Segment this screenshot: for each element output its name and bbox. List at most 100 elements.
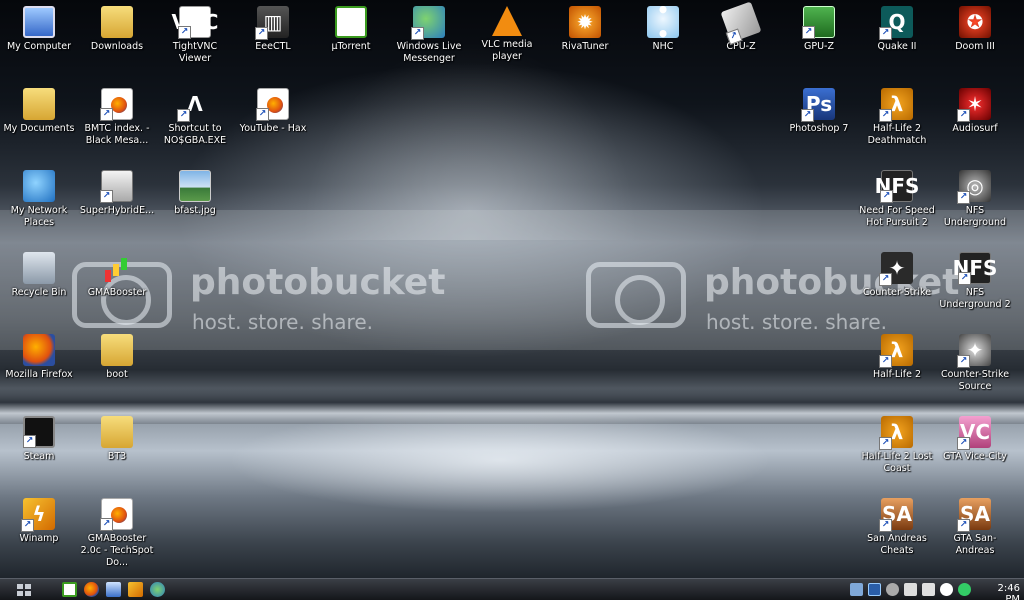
- desktop-icon-half-life-2-deathmatch[interactable]: λ Half-Life 2 Deathmatch: [858, 88, 936, 147]
- hybrid-engine-icon: [100, 170, 133, 203]
- desktop-icon-doom-iii[interactable]: ✪ Doom III: [936, 6, 1014, 53]
- watermark-brand: photobucket: [190, 262, 446, 303]
- desktop-icon-counter-strike-source[interactable]: ✦ Counter-Strike Source: [936, 334, 1014, 393]
- steam-icon: [23, 416, 55, 448]
- system-tray: [846, 581, 976, 599]
- desktop-icon-bmtc-index[interactable]: BMTC index. - Black Mesa...: [78, 88, 156, 147]
- icon-label: Recycle Bin: [11, 287, 67, 298]
- start-button[interactable]: [14, 583, 34, 597]
- gta-san-andreas-icon: SA: [879, 498, 913, 532]
- desktop-icon-half-life-2-lost-coast[interactable]: λ Half-Life 2 Lost Coast: [858, 416, 936, 475]
- gta-san-andreas-icon: SA: [957, 498, 991, 532]
- desktop-icon-rivatuner[interactable]: ✹ RivaTuner: [546, 6, 624, 53]
- desktop-icon-steam[interactable]: Steam: [0, 416, 78, 463]
- desktop-icon-superhybridengine[interactable]: SuperHybridE...: [78, 170, 156, 217]
- icon-label: GTA Vice-City: [943, 451, 1007, 462]
- desktop-icon-gta-san-andreas[interactable]: SA GTA San-Andreas: [936, 498, 1014, 557]
- counter-strike-icon: ✦: [879, 252, 913, 286]
- messenger-icon: [411, 6, 445, 40]
- icon-label: Half-Life 2 Lost Coast: [861, 451, 933, 474]
- desktop-icon-half-life-2[interactable]: λ Half-Life 2: [858, 334, 936, 381]
- desktop-icon-bfast-jpg[interactable]: bfast.jpg: [156, 170, 234, 217]
- desktop-icon-vlc-media-player[interactable]: VLC media player: [468, 6, 546, 63]
- desktop-icon-downloads[interactable]: Downloads: [78, 6, 156, 53]
- icon-label: VLC media player: [481, 39, 533, 62]
- desktop-icon-shortcut-nosgba[interactable]: Λ Shortcut to NO$GBA.EXE: [156, 88, 234, 147]
- desktop-icon-counter-strike[interactable]: ✦ Counter-Strike: [858, 252, 936, 299]
- recycle-bin-icon: [23, 252, 55, 284]
- taskbar: 2:46 PM: [0, 578, 1024, 600]
- icon-label: SuperHybridE...: [79, 205, 155, 216]
- pentagram-icon: ✪: [959, 6, 991, 38]
- desktop-icon-nfs-underground[interactable]: ◎ NFS Underground: [936, 170, 1014, 229]
- image-file-icon: [179, 170, 211, 202]
- network-icon[interactable]: [850, 583, 863, 596]
- battery-icon[interactable]: [922, 583, 935, 596]
- icon-label: TightVNC Viewer: [172, 41, 218, 64]
- nfs-wheel-icon: ◎: [957, 170, 991, 204]
- windows-grid-icon: [25, 591, 31, 596]
- quicklaunch-utorrent-icon[interactable]: [62, 582, 77, 597]
- utorrent-icon: µ: [335, 6, 367, 38]
- windows-grid-icon: [17, 591, 23, 596]
- icon-label: My Documents: [3, 123, 75, 134]
- icon-label: NFS Underground: [943, 205, 1007, 228]
- icon-label: GPU-Z: [804, 41, 834, 52]
- icon-label: EeeCTL: [255, 41, 291, 52]
- counter-strike-source-icon: ✦: [957, 334, 991, 368]
- desktop-icon-gta-vice-city[interactable]: VC GTA Vice-City: [936, 416, 1014, 463]
- watermark-tagline: host. store. share.: [192, 310, 373, 334]
- folder-icon: [23, 88, 55, 120]
- desktop-icon-mozilla-firefox[interactable]: Mozilla Firefox: [0, 334, 78, 381]
- download-icon[interactable]: [940, 583, 953, 596]
- icon-label: Counter-Strike Source: [940, 369, 1010, 392]
- desktop-icon-gpu-z[interactable]: GPU-Z: [780, 6, 858, 53]
- quicklaunch-firefox-icon[interactable]: [84, 582, 99, 597]
- desktop-icon-eeectl[interactable]: ▥ EeeCTL: [234, 6, 312, 53]
- desktop-icon-nfs-underground-2[interactable]: NFS NFS Underground 2: [936, 252, 1014, 311]
- icon-label: GMABooster: [87, 287, 147, 298]
- icon-label: Windows Live Messenger: [396, 41, 462, 64]
- half-life-icon: λ: [879, 88, 913, 122]
- desktop-icon-photoshop-7[interactable]: Ps Photoshop 7: [780, 88, 858, 135]
- desktop-icon-my-network-places[interactable]: My Network Places: [0, 170, 78, 229]
- quicklaunch-messenger-icon[interactable]: [150, 582, 165, 597]
- desktop-icon-my-documents[interactable]: My Documents: [0, 88, 78, 135]
- desktop-icon-tightvnc-viewer[interactable]: VNC TightVNC Viewer: [156, 6, 234, 65]
- cpu-icon: [720, 1, 762, 43]
- desktop-icon-cpu-z[interactable]: CPU-Z: [702, 1, 780, 53]
- camera-watermark-icon: [586, 262, 686, 328]
- volume-icon[interactable]: [886, 583, 899, 596]
- firefox-document-icon: [256, 88, 289, 121]
- nfs-icon: NFS: [953, 252, 997, 285]
- icon-label: Counter-Strike: [862, 287, 932, 298]
- icon-label: San Andreas Cheats: [867, 533, 927, 556]
- update-icon[interactable]: [958, 583, 971, 596]
- desktop-icon-san-andreas-cheats[interactable]: SA San Andreas Cheats: [858, 498, 936, 557]
- quicklaunch-winamp-icon[interactable]: [128, 582, 143, 597]
- desktop-icon-youtube-hax[interactable]: YouTube - Hax: [234, 88, 312, 135]
- desktop-icon-audiosurf[interactable]: ✶ Audiosurf: [936, 88, 1014, 135]
- desktop-icon-nhc[interactable]: • • NHC: [624, 0, 702, 53]
- cpu-temp-icon[interactable]: [868, 583, 881, 596]
- gta-vice-city-icon: VC: [957, 416, 991, 450]
- desktop-icon-my-computer[interactable]: My Computer: [0, 6, 78, 53]
- desktop-icon-gmabooster[interactable]: GMABooster: [78, 252, 156, 299]
- desktop-icon-recycle-bin[interactable]: Recycle Bin: [0, 252, 78, 299]
- windows-grid-icon: [17, 584, 23, 589]
- desktop-icon-boot[interactable]: boot: [78, 334, 156, 381]
- quicklaunch-vnc-icon[interactable]: [106, 582, 121, 597]
- desktop-icon-bt3[interactable]: BT3: [78, 416, 156, 463]
- firefox-document-icon: [100, 498, 133, 531]
- desktop-icon-gmabooster-2-techspot[interactable]: GMABooster 2.0c - TechSpot Do...: [78, 498, 156, 569]
- taskbar-clock[interactable]: 2:46 PM: [980, 583, 1020, 600]
- desktop-icon-need-for-speed-hot-pursuit-2[interactable]: NFS Need For Speed Hot Pursuit 2: [858, 170, 936, 229]
- vnc-icon: VNC: [172, 6, 218, 39]
- icon-label: Photoshop 7: [789, 123, 849, 134]
- winamp-icon: ϟ: [21, 498, 55, 532]
- desktop-icon-utorrent[interactable]: µ µTorrent: [312, 6, 390, 53]
- desktop-icon-windows-live-messenger[interactable]: Windows Live Messenger: [390, 6, 468, 65]
- desktop-icon-quake-ii[interactable]: Q Quake II: [858, 6, 936, 53]
- desktop-icon-winamp[interactable]: ϟ Winamp: [0, 498, 78, 545]
- power-icon[interactable]: [904, 583, 917, 596]
